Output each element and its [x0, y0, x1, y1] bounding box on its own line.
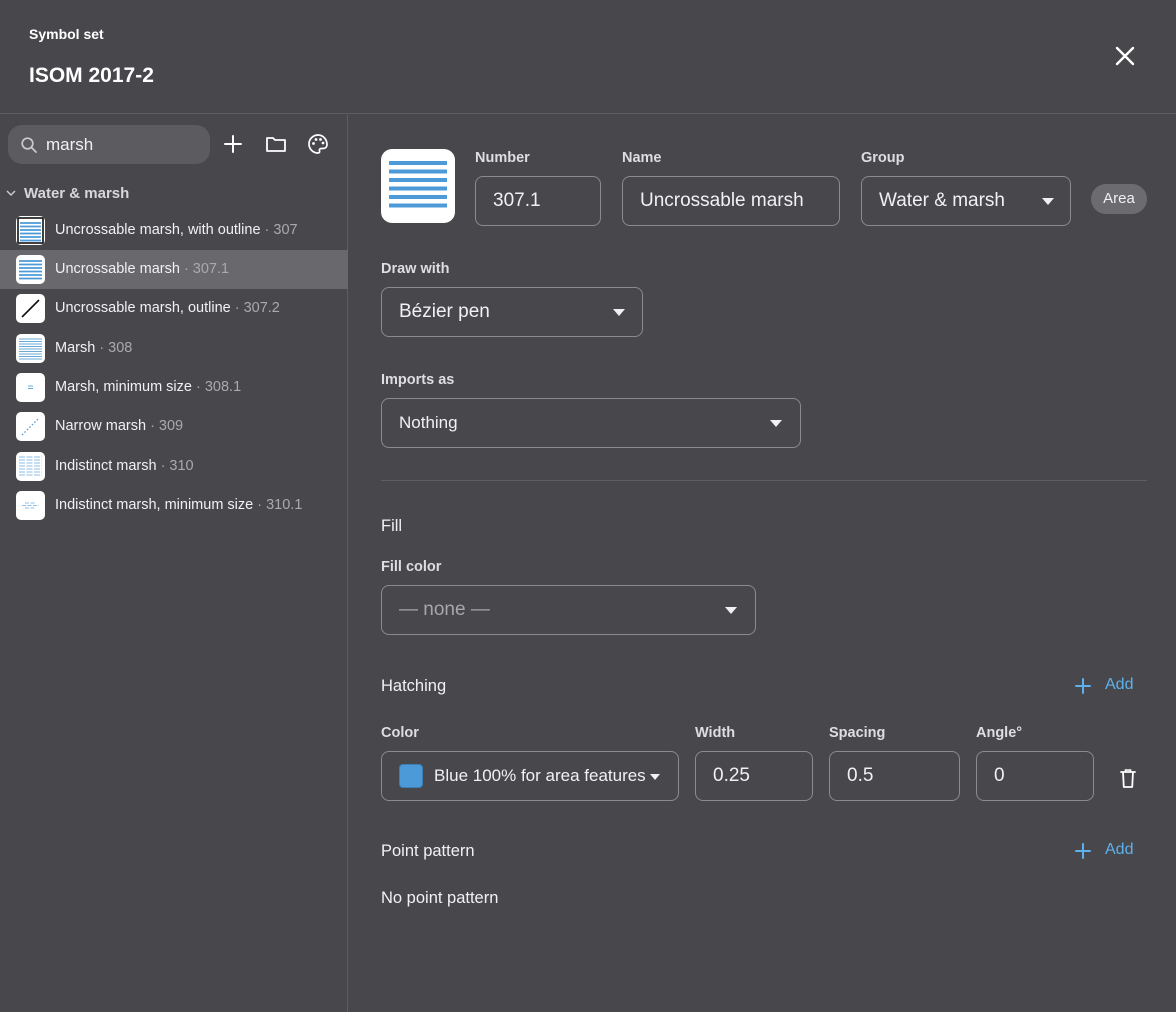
imports-as-value: Nothing [399, 413, 458, 432]
dense-hatch-thumbnail [16, 255, 45, 284]
hatch-spacing-field[interactable] [829, 751, 960, 801]
symbol-number: · 308.1 [191, 379, 242, 395]
chevron-down-icon [770, 420, 782, 427]
add-point-pattern-label: Add [1105, 841, 1134, 858]
number-label: Number [475, 150, 530, 166]
name-field[interactable] [622, 176, 840, 226]
hatch-spacing-label: Spacing [829, 725, 886, 741]
hatch-angle-field[interactable] [976, 751, 1094, 801]
trash-icon[interactable] [1118, 767, 1138, 789]
fill-color-select[interactable]: — none — [381, 585, 756, 635]
search-input[interactable] [46, 125, 206, 164]
chevron-down-icon [1042, 198, 1054, 205]
divider [381, 480, 1147, 481]
symbol-name: Narrow marsh [55, 418, 147, 434]
group-select[interactable]: Water & marsh [861, 176, 1071, 226]
symbol-preview [381, 149, 455, 223]
search-box[interactable] [8, 125, 210, 164]
draw-with-label: Draw with [381, 261, 450, 277]
dotted-diagonal-thumbnail [16, 412, 45, 441]
symbol-list-item-selected[interactable]: Uncrossable marsh · 307.1 [0, 250, 348, 289]
broken-hatch-thumbnail [16, 452, 45, 481]
hatch-angle-input[interactable] [977, 752, 1093, 800]
palette-icon[interactable] [306, 132, 330, 156]
broken-small-thumbnail [16, 491, 45, 520]
no-point-pattern-text: No point pattern [381, 889, 499, 907]
symbol-list-item[interactable]: Uncrossable marsh, outline · 307.2 [0, 289, 348, 328]
fine-hatch-thumbnail [16, 334, 45, 363]
add-icon[interactable] [221, 132, 245, 156]
symbol-number: · 310.1 [253, 497, 303, 513]
dialog-subtitle: Symbol set [29, 26, 104, 42]
symbol-list-item[interactable]: Marsh, minimum size · 308.1 [0, 368, 348, 407]
dialog-header: Symbol set ISOM 2017-2 [0, 0, 1176, 114]
symbol-name: Uncrossable marsh, with outline [55, 222, 261, 238]
name-input[interactable] [623, 177, 839, 225]
chevron-down-icon [6, 190, 16, 197]
symbol-name: Uncrossable marsh, outline [55, 300, 231, 316]
search-icon [21, 137, 37, 153]
hatch-width-input[interactable] [696, 752, 812, 800]
draw-with-value: Bézier pen [399, 301, 490, 322]
chevron-down-icon [613, 309, 625, 316]
color-swatch [399, 764, 423, 788]
symbol-name: Indistinct marsh [55, 458, 157, 474]
symbol-name: Uncrossable marsh [55, 261, 180, 277]
symbol-name: Indistinct marsh, minimum size [55, 497, 254, 513]
hatch-width-field[interactable] [695, 751, 813, 801]
hatch-angle-label: Angle° [976, 725, 1023, 741]
symbol-number: · 307 [260, 222, 298, 238]
diagonal-line-thumbnail [16, 294, 45, 323]
outlined-hatch-thumbnail [16, 216, 45, 245]
plus-icon [1075, 843, 1091, 859]
fill-color-label: Fill color [381, 559, 442, 575]
point-pattern-section-title: Point pattern [381, 842, 475, 860]
hatch-color-label: Color [381, 725, 419, 741]
symbol-number: · 310 [156, 458, 194, 474]
fill-section-title: Fill [381, 517, 403, 535]
hatch-color-select[interactable]: Blue 100% for area features [381, 751, 679, 801]
group-header-label: Water & marsh [24, 185, 130, 202]
symbol-number: · 309 [146, 418, 184, 434]
dialog-title: ISOM 2017-2 [29, 64, 154, 87]
close-icon[interactable] [1111, 42, 1139, 70]
fill-color-value: — none — [399, 599, 490, 620]
symbol-number: · 308 [95, 340, 133, 356]
imports-as-select[interactable]: Nothing [381, 398, 801, 448]
symbol-editor-panel: Number Name Group Water & marsh Area Dra… [349, 115, 1176, 1012]
hatching-section-title: Hatching [381, 677, 447, 695]
symbol-name: Marsh [55, 340, 96, 356]
symbol-list-item[interactable]: Indistinct marsh · 310 [0, 447, 348, 486]
symbol-list-item[interactable]: Uncrossable marsh, with outline · 307 [0, 211, 348, 250]
symbol-name: Marsh, minimum size [55, 379, 192, 395]
chevron-down-icon [650, 774, 660, 780]
hatch-width-label: Width [695, 725, 736, 741]
add-hatching-label: Add [1105, 676, 1134, 693]
hatch-color-value: Blue 100% for area features [434, 766, 646, 785]
group-select-value: Water & marsh [879, 190, 1005, 211]
symbol-type-badge: Area [1091, 184, 1147, 214]
symbol-number: · 307.1 [179, 261, 230, 277]
symbol-list-item[interactable]: Marsh · 308 [0, 329, 348, 368]
plus-icon [1075, 678, 1091, 694]
number-input[interactable] [476, 177, 600, 225]
draw-with-select[interactable]: Bézier pen [381, 287, 643, 337]
symbol-list-panel: Water & marsh Uncrossable marsh, with ou… [0, 115, 348, 1012]
folder-icon[interactable] [264, 132, 288, 156]
chevron-down-icon [725, 607, 737, 614]
name-label: Name [622, 150, 662, 166]
hatch-spacing-input[interactable] [830, 752, 959, 800]
small-dashes-thumbnail [16, 373, 45, 402]
group-header-water-marsh[interactable]: Water & marsh [0, 183, 348, 205]
group-label: Group [861, 150, 905, 166]
number-field[interactable] [475, 176, 601, 226]
imports-as-label: Imports as [381, 372, 455, 388]
symbol-list-item[interactable]: Narrow marsh · 309 [0, 407, 348, 446]
symbol-list-item[interactable]: Indistinct marsh, minimum size · 310.1 [0, 486, 348, 525]
symbol-number: · 307.2 [230, 300, 280, 316]
